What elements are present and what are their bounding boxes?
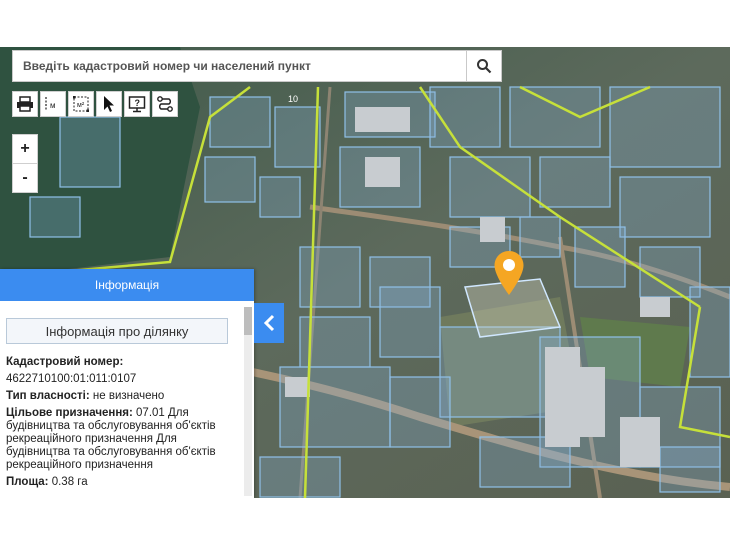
cadastral-label-row: Кадастровий номер: [6,356,236,369]
search-icon [477,59,492,74]
cadastral-label: Кадастровий номер: [6,356,124,368]
zoom-control: + - [12,134,38,193]
purpose-label: Цільове призначення: [6,407,133,419]
purpose-row: Цільове призначення: 07.01 Для будівницт… [6,407,236,472]
pointer-button[interactable] [96,91,122,117]
route-icon [157,96,173,112]
panel-header: Інформація [0,269,254,301]
area-label: Площа: [6,476,49,488]
area-value: 0.38 га [51,476,88,488]
map-viewport[interactable]: 10 м [0,47,730,498]
zoom-in-button[interactable]: + [13,135,37,164]
map-toolbar: м м² ? [12,91,178,117]
road-label: 10 [288,94,298,104]
print-button[interactable] [12,91,38,117]
panel-scrollbar[interactable] [244,307,252,496]
ruler-area-icon: м² [73,96,89,112]
scrollbar-thumb[interactable] [244,307,252,335]
panel-body: Інформація про ділянку Кадастровий номер… [0,301,242,498]
collapse-panel-button[interactable] [254,303,284,343]
ownership-label: Тип власності: [6,390,90,402]
measure-line-button[interactable]: м [40,91,66,117]
location-marker-icon[interactable] [493,250,525,296]
monitor-help-icon: ? [128,96,146,113]
search-button[interactable] [466,51,501,81]
ownership-row: Тип власності: не визначено [6,390,236,403]
measure-line-label: м [50,101,56,110]
svg-text:?: ? [135,98,141,108]
cadastral-value: 4622710100:01:011:0107 [6,373,137,385]
cursor-icon [104,96,114,112]
chevron-left-icon [263,314,275,332]
ruler-line-icon: м [45,97,56,111]
info-button[interactable]: ? [124,91,150,117]
route-button[interactable] [152,91,178,117]
search-input[interactable] [13,51,466,81]
measure-area-button[interactable]: м² [68,91,94,117]
ownership-value: не визначено [92,390,165,402]
printer-icon [17,96,33,112]
info-panel: Інформація Інформація про ділянку Кадаст… [0,269,254,498]
area-row: Площа: 0.38 га [6,476,236,489]
panel-title: Інформація про ділянку [6,318,228,344]
zoom-out-button[interactable]: - [13,164,37,192]
measure-area-label: м² [77,102,85,109]
search-bar [12,50,502,82]
